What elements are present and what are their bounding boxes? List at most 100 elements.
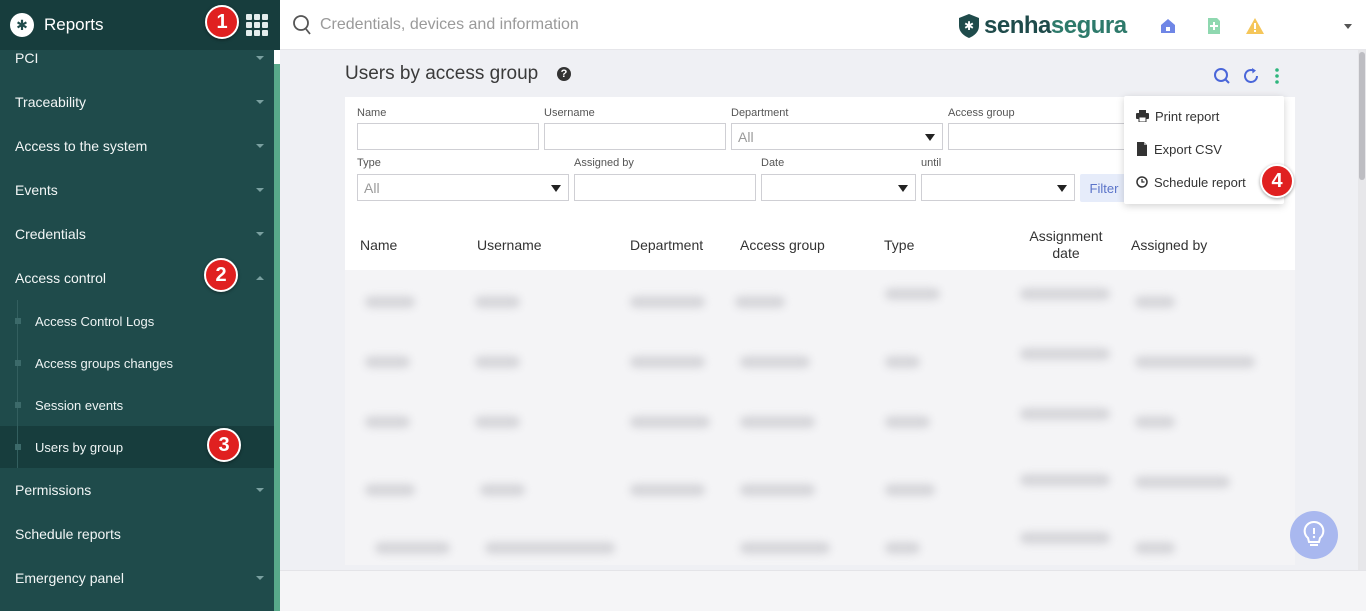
chevron-down-icon bbox=[256, 144, 264, 148]
chevron-down-icon bbox=[256, 100, 264, 104]
sidebar-item-access-to-system[interactable]: Access to the system bbox=[0, 124, 274, 168]
chevron-down-icon bbox=[256, 232, 264, 236]
filter-username-input[interactable] bbox=[544, 123, 726, 150]
chevron-down-icon bbox=[256, 188, 264, 192]
sidebar-subitem-label: Access groups changes bbox=[35, 355, 174, 371]
column-header-name[interactable]: Name bbox=[360, 237, 397, 253]
bullet-icon bbox=[15, 444, 21, 450]
sidebar-item-traceability[interactable]: Traceability bbox=[0, 80, 274, 124]
sidebar-subitem-access-control-logs[interactable]: Access Control Logs bbox=[0, 300, 274, 342]
filter-department-select[interactable]: All bbox=[731, 123, 943, 150]
bullet-icon bbox=[15, 318, 21, 324]
sidebar-item-label: Traceability bbox=[15, 94, 87, 110]
sidebar-item-label: Events bbox=[15, 182, 58, 198]
lightbulb-icon bbox=[1303, 520, 1325, 546]
brand-logo: ✱ senhasegura bbox=[958, 12, 1127, 40]
dropdown-arrow-icon bbox=[898, 185, 908, 192]
menu-item-print-report[interactable]: Print report bbox=[1136, 106, 1219, 126]
chevron-down-icon bbox=[256, 56, 264, 60]
apps-grid-icon[interactable] bbox=[246, 14, 268, 36]
filter-button[interactable]: Filter bbox=[1080, 174, 1128, 202]
filter-assigned-by-label: Assigned by bbox=[574, 157, 634, 169]
filter-name-input[interactable] bbox=[357, 123, 539, 150]
table-row[interactable] bbox=[345, 332, 1295, 388]
filter-until-select[interactable] bbox=[921, 174, 1075, 201]
filter-date-select[interactable] bbox=[761, 174, 916, 201]
sidebar-item-credentials[interactable]: Credentials bbox=[0, 212, 274, 256]
home-icon[interactable] bbox=[1158, 16, 1178, 36]
refresh-icon[interactable] bbox=[1242, 67, 1260, 85]
user-menu-caret-icon[interactable] bbox=[1344, 24, 1352, 29]
column-header-assigned-by[interactable]: Assigned by bbox=[1131, 237, 1207, 253]
annotation-badge-3: 3 bbox=[207, 428, 241, 462]
search-input[interactable] bbox=[320, 12, 880, 38]
sidebar-subitem-session-events[interactable]: Session events bbox=[0, 384, 274, 426]
chevron-down-icon bbox=[256, 488, 264, 492]
filter-until-label: until bbox=[921, 157, 942, 169]
sidebar: ✱ Reports PCI Traceability Access to the… bbox=[0, 0, 280, 611]
topbar: ✱ senhasegura bbox=[280, 0, 1366, 50]
filter-username-label: Username bbox=[544, 107, 595, 119]
page-scrollbar-thumb[interactable] bbox=[1359, 52, 1365, 180]
more-options-menu: Print report Export CSV Schedule report bbox=[1124, 96, 1284, 204]
help-icon[interactable]: ? bbox=[557, 67, 571, 81]
sidebar-item-label: Access to the system bbox=[15, 138, 148, 154]
chevron-down-icon bbox=[256, 576, 264, 580]
table-row[interactable] bbox=[345, 394, 1295, 450]
bullet-icon bbox=[15, 402, 21, 408]
filter-type-label: Type bbox=[357, 157, 381, 169]
sidebar-subitem-label: Users by group bbox=[35, 439, 124, 455]
help-bulb-button[interactable] bbox=[1290, 511, 1338, 559]
sidebar-subitem-access-groups-changes[interactable]: Access groups changes bbox=[0, 342, 274, 384]
sidebar-item-pci[interactable]: PCI bbox=[0, 36, 274, 80]
printer-icon bbox=[1136, 110, 1149, 122]
brand-shield-icon: ✱ bbox=[959, 14, 979, 38]
filter-type-select[interactable]: All bbox=[357, 174, 569, 201]
sidebar-item-permissions[interactable]: Permissions bbox=[0, 468, 274, 512]
menu-item-schedule-report[interactable]: Schedule report bbox=[1136, 172, 1246, 192]
sidebar-scrollbar[interactable] bbox=[274, 50, 280, 611]
sidebar-item-events[interactable]: Events bbox=[0, 168, 274, 212]
table-row[interactable] bbox=[345, 270, 1295, 326]
page-footer bbox=[280, 570, 1366, 611]
filter-access-group-label: Access group bbox=[948, 107, 1015, 119]
table-row[interactable] bbox=[345, 456, 1295, 512]
sidebar-item-label: Schedule reports bbox=[15, 526, 121, 542]
bullet-icon bbox=[15, 360, 21, 366]
svg-text:✱: ✱ bbox=[964, 19, 974, 33]
table-body-blurred bbox=[345, 270, 1295, 565]
search-icon bbox=[293, 15, 311, 35]
column-header-type[interactable]: Type bbox=[884, 237, 914, 253]
table-row[interactable] bbox=[345, 518, 1295, 574]
sidebar-item-label: Access control bbox=[15, 270, 107, 286]
sidebar-scrollbar-thumb[interactable] bbox=[274, 50, 280, 64]
menu-item-export-csv[interactable]: Export CSV bbox=[1136, 139, 1222, 159]
filter-access-group-input[interactable] bbox=[948, 123, 1128, 150]
sidebar-item-label: PCI bbox=[15, 50, 39, 66]
filter-assigned-by-input[interactable] bbox=[574, 174, 756, 201]
sidebar-item-emergency-panel[interactable]: Emergency panel bbox=[0, 556, 274, 600]
add-document-icon[interactable] bbox=[1204, 16, 1224, 36]
sidebar-subitem-label: Session events bbox=[35, 397, 124, 413]
dropdown-arrow-icon bbox=[1057, 185, 1067, 192]
annotation-badge-4: 4 bbox=[1260, 164, 1294, 198]
column-header-assignment-date[interactable]: Assignment date bbox=[1021, 228, 1111, 262]
file-icon bbox=[1137, 142, 1147, 156]
more-options-icon[interactable] bbox=[1268, 67, 1286, 85]
app-logo-icon: ✱ bbox=[10, 13, 34, 37]
sidebar-subitem-label: Access Control Logs bbox=[35, 313, 155, 329]
column-header-access-group[interactable]: Access group bbox=[740, 237, 825, 253]
chevron-up-icon bbox=[256, 276, 264, 280]
clock-icon bbox=[1136, 176, 1148, 188]
warning-icon[interactable] bbox=[1245, 16, 1265, 36]
dropdown-arrow-icon bbox=[551, 185, 561, 192]
sidebar-item-label: Credentials bbox=[15, 226, 86, 242]
search-action-icon[interactable] bbox=[1213, 67, 1231, 85]
column-header-department[interactable]: Department bbox=[630, 237, 703, 253]
filter-name-label: Name bbox=[357, 107, 387, 119]
sidebar-item-schedule-reports[interactable]: Schedule reports bbox=[0, 512, 274, 556]
column-header-username[interactable]: Username bbox=[477, 237, 542, 253]
sidebar-title: Reports bbox=[44, 15, 104, 34]
filter-date-label: Date bbox=[761, 157, 785, 169]
page-title: Users by access group bbox=[345, 63, 539, 84]
